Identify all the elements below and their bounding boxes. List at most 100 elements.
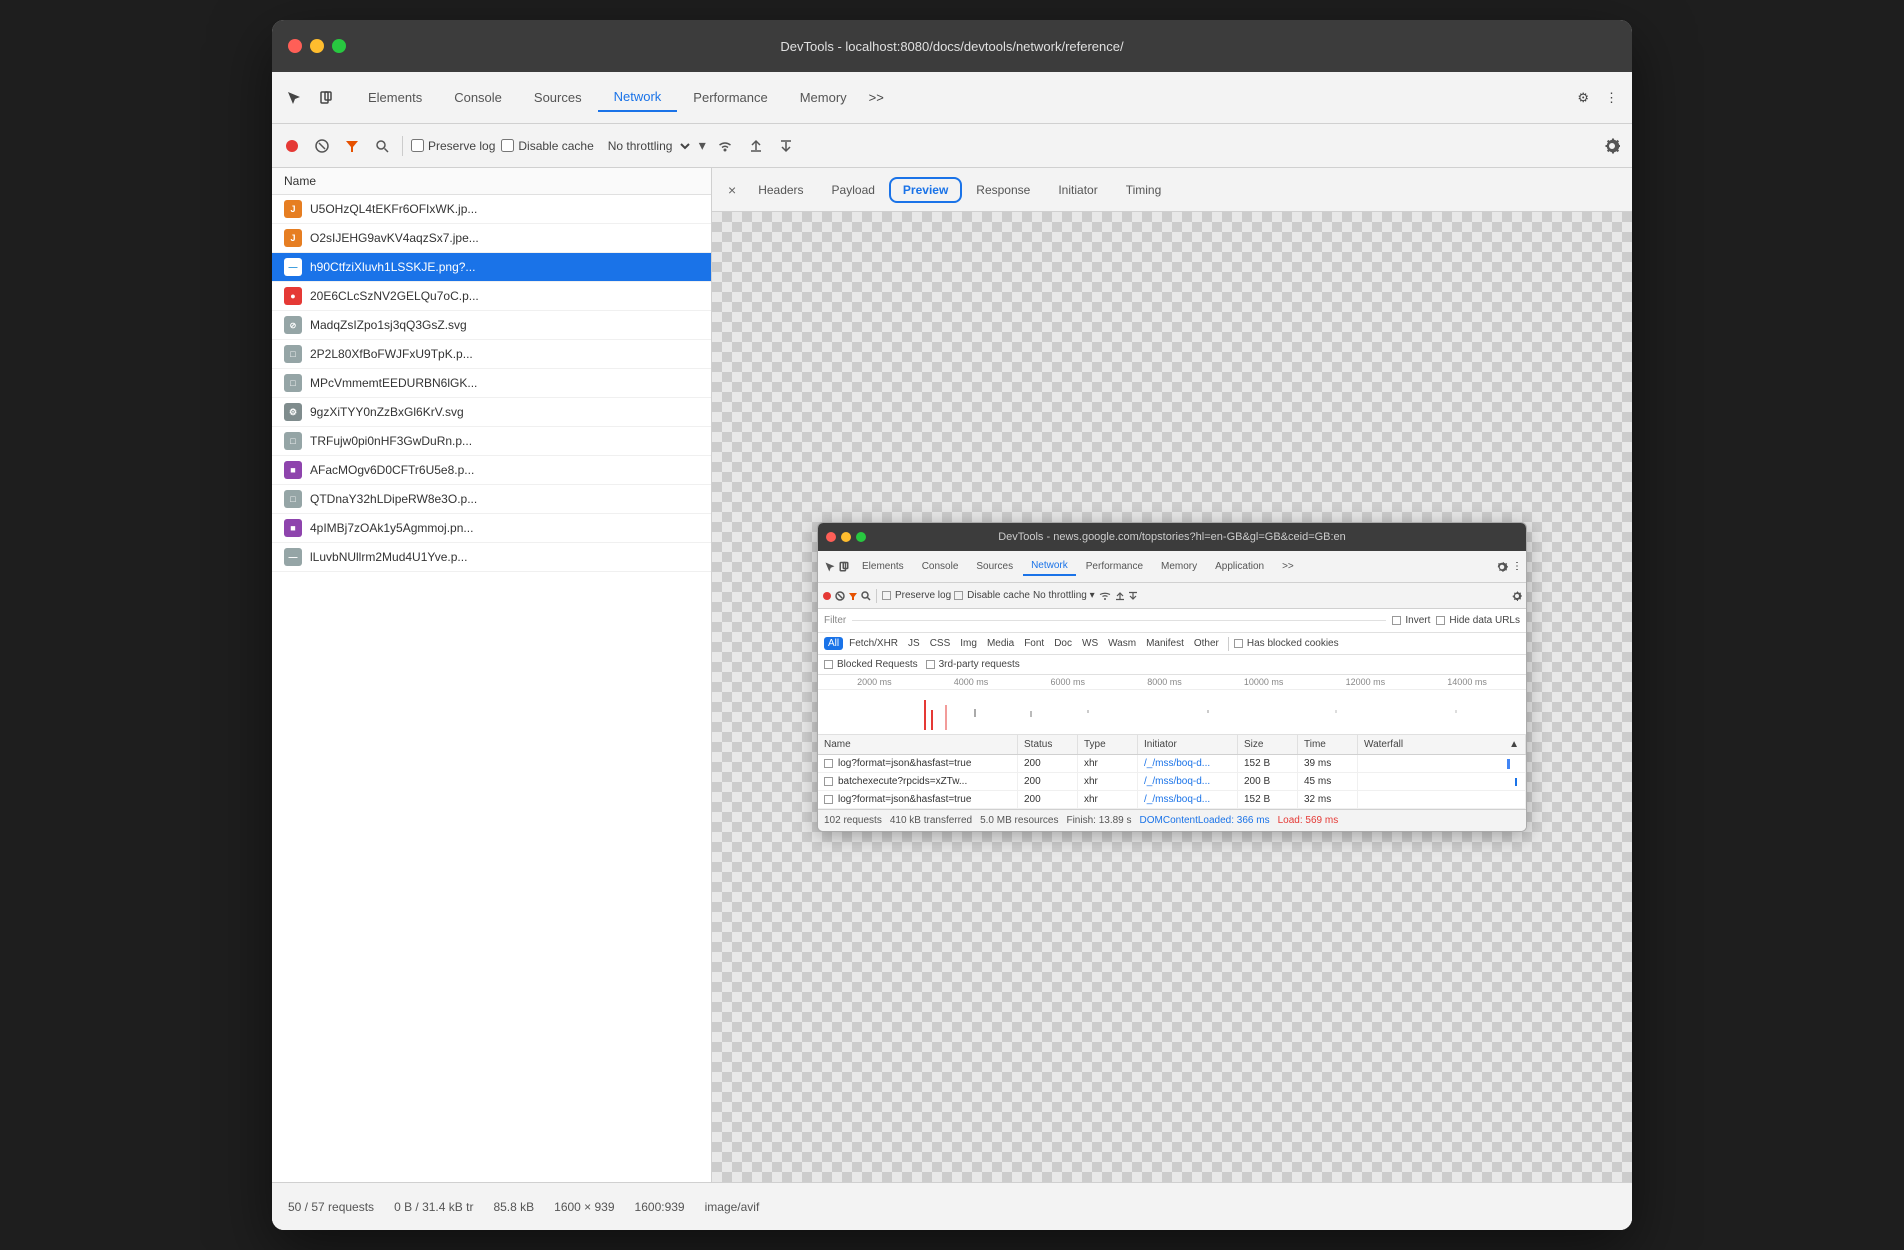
list-item[interactable]: ⚙ 9gzXiTYY0nZzBxGl6KrV.svg [272,398,711,427]
td-size: 200 B [1238,773,1298,790]
th-type: Type [1078,735,1138,754]
td-type: xhr [1078,773,1138,790]
more-tabs-button[interactable]: >> [863,86,890,109]
wifi-icon[interactable] [712,135,738,157]
tab-memory[interactable]: Memory [784,84,863,111]
window-title: DevTools - localhost:8080/docs/devtools/… [780,39,1123,54]
device-mode-button[interactable] [312,86,340,110]
preview-content: DevTools - news.google.com/topstories?hl… [712,212,1632,1182]
inner-footer: 102 requests 410 kB transferred 5.0 MB r… [818,809,1526,831]
download-button[interactable] [774,134,798,158]
th-status: Status [1018,735,1078,754]
inner-net-toolbar: Preserve log Disable cache No throttling… [818,583,1526,609]
inner-titlebar: DevTools - news.google.com/topstories?hl… [818,523,1526,551]
devtools-window: DevTools - localhost:8080/docs/devtools/… [272,20,1632,1230]
list-item[interactable]: J O2sIJEHG9avKV4aqzSx7.jpe... [272,224,711,253]
tab-preview[interactable]: Preview [889,177,962,203]
preserve-log-checkbox[interactable]: Preserve log [411,139,495,153]
file-name: TRFujw0pi0nHF3GwDuRn.p... [310,434,699,448]
td-waterfall [1358,755,1526,772]
tab-payload[interactable]: Payload [818,177,889,203]
inner-table-header: Name Status Type Initiator Size Time Wat… [818,735,1526,755]
td-name: batchexecute?rpcids=xZTw... [818,773,1018,790]
type-manifest: Manifest [1142,637,1188,650]
settings-button[interactable]: ⚙ [1571,86,1595,110]
td-initiator: /_/mss/boq-d... [1138,773,1238,790]
filter-button[interactable] [340,134,364,158]
minimize-button[interactable] [310,39,324,53]
resources-size: 5.0 MB resources [980,815,1058,826]
file-name: h90CtfziXluvh1LSSKJE.png?... [310,260,699,274]
upload-button[interactable] [744,134,768,158]
tab-headers[interactable]: Headers [744,177,817,203]
th-initiator: Initiator [1138,735,1238,754]
inner-close [826,532,836,542]
tab-console[interactable]: Console [438,84,518,111]
th-size: Size [1238,735,1298,754]
list-item-selected[interactable]: — h90CtfziXluvh1LSSKJE.png?... [272,253,711,282]
type-other: Other [1190,637,1223,650]
inner-tab-console: Console [914,558,967,575]
cursor-tool-button[interactable] [280,86,308,110]
list-item[interactable]: □ TRFujw0pi0nHF3GwDuRn.p... [272,427,711,456]
close-button[interactable] [288,39,302,53]
td-waterfall [1358,773,1526,790]
list-item[interactable]: ■ AFacMOgv6D0CFTr6U5e8.p... [272,456,711,485]
tab-sources[interactable]: Sources [518,84,598,111]
file-name: lLuvbNUllrm2Mud4U1Yve.p... [310,550,699,564]
inner-tab-performance: Performance [1078,558,1151,575]
file-name: AFacMOgv6D0CFTr6U5e8.p... [310,463,699,477]
timeline-labels: 2000 ms 4000 ms 6000 ms 8000 ms 10000 ms… [818,675,1526,690]
td-status: 200 [1018,791,1078,808]
tab-bar: Elements Console Sources Network Perform… [352,83,1567,112]
record-button[interactable] [280,134,304,158]
search-button[interactable] [370,134,394,158]
throttle-select[interactable]: No throttling [600,136,693,156]
preview-panel: × Headers Payload Preview Response Initi… [712,168,1632,1182]
tab-initiator[interactable]: Initiator [1044,177,1111,203]
maximize-button[interactable] [332,39,346,53]
dom-content-loaded: DOMContentLoaded: 366 ms [1140,815,1270,826]
requests-status: 50 / 57 requests [288,1200,374,1214]
type-img: Img [956,637,981,650]
type-media: Media [983,637,1018,650]
file-type-icon: ⊘ [284,316,302,334]
inner-maximize [856,532,866,542]
list-item[interactable]: □ QTDnaY32hLDipeRW8e3O.p... [272,485,711,514]
file-name: 2P2L80XfBoFWJFxU9TpK.p... [310,347,699,361]
network-settings-button[interactable] [1600,134,1624,158]
list-item[interactable]: □ 2P2L80XfBoFWJFxU9TpK.p... [272,340,711,369]
status-bar: 50 / 57 requests 0 B / 31.4 kB tr 85.8 k… [272,1182,1632,1230]
list-item[interactable]: ⊘ MadqZsIZpo1sj3qQ3GsZ.svg [272,311,711,340]
type-js: JS [904,637,924,650]
main-area: Name J U5OHzQL4tEKFr6OFIxWK.jp... J O2sI… [272,168,1632,1182]
list-item[interactable]: — lLuvbNUllrm2Mud4U1Yve.p... [272,543,711,572]
file-type-icon: ⚙ [284,403,302,421]
td-type: xhr [1078,791,1138,808]
file-type-icon: J [284,200,302,218]
file-name: MPcVmmemtEEDURBN6lGK... [310,376,699,390]
transferred-status: 0 B / 31.4 kB tr [394,1200,473,1214]
close-panel-button[interactable]: × [720,178,744,202]
file-type-icon: □ [284,432,302,450]
list-item[interactable]: ■ 4pIMBj7zOAk1y5Agmmoj.pn... [272,514,711,543]
inner-traffic-lights [826,532,866,542]
clear-button[interactable] [310,134,334,158]
list-item[interactable]: J U5OHzQL4tEKFr6OFIxWK.jp... [272,195,711,224]
file-name: 20E6CLcSzNV2GELQu7oC.p... [310,289,699,303]
tab-timing[interactable]: Timing [1112,177,1176,203]
tab-elements[interactable]: Elements [352,84,438,111]
th-name: Name [818,735,1018,754]
tab-network[interactable]: Network [598,83,678,112]
inner-tab-memory: Memory [1153,558,1205,575]
requests-count: 102 requests [824,815,882,826]
list-item[interactable]: ● 20E6CLcSzNV2GELQu7oC.p... [272,282,711,311]
tab-performance[interactable]: Performance [677,84,783,111]
file-type-icon: □ [284,490,302,508]
list-item[interactable]: □ MPcVmmemtEEDURBN6lGK... [272,369,711,398]
tab-response[interactable]: Response [962,177,1044,203]
file-type-icon: □ [284,374,302,392]
td-type: xhr [1078,755,1138,772]
more-options-button[interactable]: ⋮ [1599,86,1624,110]
disable-cache-checkbox[interactable]: Disable cache [501,139,593,153]
